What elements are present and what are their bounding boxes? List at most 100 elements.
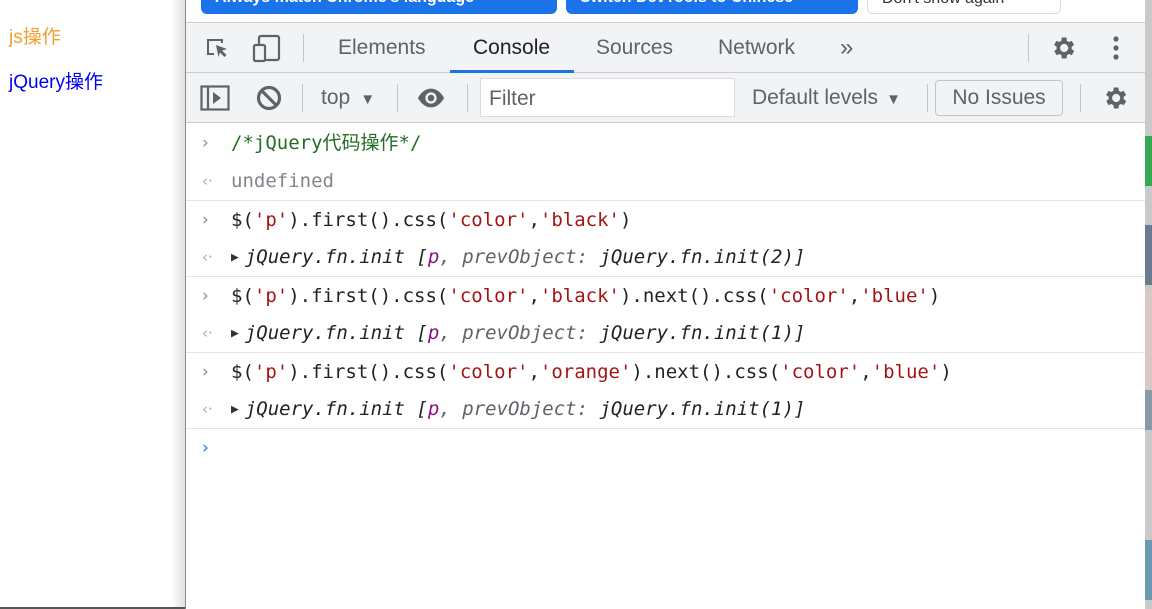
tab-network[interactable]: Network <box>718 23 795 73</box>
console-result-row: ‹· ▶ jQuery.fn.init [p, prevObject: jQuery… <box>186 390 1145 428</box>
paragraph-jquery: jQuery操作 <box>9 72 103 93</box>
toolbar-divider <box>1028 34 1029 62</box>
code-token: $( <box>231 285 254 307</box>
filter-input[interactable]: Filter <box>480 78 735 117</box>
more-tabs-icon[interactable]: » <box>840 23 853 73</box>
toolbar-divider <box>303 34 304 62</box>
string-token: 'p' <box>253 285 289 307</box>
code-token: ).first().css( <box>288 209 449 231</box>
string-token: 'p' <box>253 209 289 231</box>
clear-console-icon[interactable] <box>254 83 284 113</box>
string-token: 'blue' <box>860 285 929 307</box>
string-token: 'color' <box>448 285 529 307</box>
device-toolbar-icon[interactable] <box>252 33 282 63</box>
result-arrow-icon: ‹· <box>202 400 213 418</box>
object-element: p <box>427 398 440 420</box>
paragraph-js: js操作 <box>9 27 61 48</box>
object-element: p <box>427 246 440 268</box>
toolbar-divider <box>397 84 398 112</box>
tab-sources[interactable]: Sources <box>596 23 673 73</box>
switch-language-button[interactable]: Switch DevTools to Chinese <box>566 0 858 14</box>
object-tail: jQuery.fn.init(1)] <box>588 398 806 420</box>
show-sidebar-icon[interactable] <box>200 83 230 113</box>
result-object[interactable]: ▶ jQuery.fn.init [p, prevObject: jQuery.f… <box>231 322 805 344</box>
code-token: ) <box>619 209 632 231</box>
devtools-panel: Always match Chrome's language Switch De… <box>185 0 1145 609</box>
code-token: ) <box>928 285 941 307</box>
console-input-row: › /*jQuery代码操作*/ <box>186 124 1145 162</box>
console-result-row: ‹· ▶ jQuery.fn.init [p, prevObject: jQuery… <box>186 314 1145 352</box>
result-object[interactable]: ▶ jQuery.fn.init [p, prevObject: jQuery.f… <box>231 246 805 268</box>
input-chevron-icon: › <box>202 133 209 153</box>
console-result-row: ‹· ▶ jQuery.fn.init [p, prevObject: jQuery… <box>186 238 1145 276</box>
console-result-row: ‹· undefined <box>186 162 1145 200</box>
code-token: , <box>528 361 540 383</box>
live-expression-eye-icon[interactable] <box>416 83 446 113</box>
code-token: ).first().css( <box>288 285 449 307</box>
console-input-row: › $('p').first().css('color','black').nex… <box>186 276 1145 314</box>
input-chevron-icon: › <box>202 362 209 382</box>
inspect-element-icon[interactable] <box>202 33 232 63</box>
result-arrow-icon: ‹· <box>202 324 213 342</box>
code-token: ).next().css( <box>631 361 781 383</box>
settings-gear-icon[interactable] <box>1048 33 1078 63</box>
console-settings-gear-icon[interactable] <box>1100 83 1130 113</box>
code-token: ).first().css( <box>288 361 449 383</box>
object-element: p <box>427 322 440 344</box>
web-page: js操作 jQuery操作 <box>0 0 185 609</box>
object-tail: jQuery.fn.init(2)] <box>588 246 806 268</box>
context-selector[interactable]: top ▼ <box>321 73 375 123</box>
log-levels-label: Default levels <box>752 86 879 109</box>
background-thumbnail <box>1145 290 1152 390</box>
dropdown-arrow-icon: ▼ <box>886 91 901 108</box>
toolbar-divider <box>302 84 303 112</box>
more-options-icon[interactable] <box>1101 33 1131 63</box>
object-head: jQuery.fn.init [ <box>244 246 428 268</box>
console-prompt[interactable]: › <box>186 428 1145 466</box>
object-key: , prevObject: <box>439 398 589 420</box>
string-token: 'color' <box>448 209 529 231</box>
string-token: 'color' <box>768 285 849 307</box>
console-output: ›/*jQuery代码操作*/‹· undefined › $('p').first(… <box>186 124 1145 609</box>
background-thumbnail <box>1145 540 1152 600</box>
code-token: $( <box>231 361 254 383</box>
result-arrow-icon: ‹· <box>202 172 213 190</box>
background-thumbnail <box>1145 136 1152 186</box>
dont-show-again-button[interactable]: Don't show again <box>867 0 1061 14</box>
background-window-strip <box>1145 0 1152 609</box>
dropdown-arrow-icon: ▼ <box>360 91 376 108</box>
string-token: 'black' <box>539 285 620 307</box>
match-language-button[interactable]: Always match Chrome's language <box>201 0 557 14</box>
console-toolbar: top ▼ Filter Default levels ▼ No Issues <box>186 73 1145 123</box>
string-token: 'black' <box>539 209 620 231</box>
input-chevron-icon: › <box>202 210 209 230</box>
code-token: , <box>528 209 540 231</box>
string-token: 'orange' <box>539 361 632 383</box>
object-head: jQuery.fn.init [ <box>244 398 428 420</box>
object-head: jQuery.fn.init [ <box>244 322 428 344</box>
expand-triangle-icon[interactable]: ▶ <box>231 326 239 341</box>
page-edge-shadow <box>171 0 185 609</box>
toolbar-divider <box>467 84 468 112</box>
string-token: 'color' <box>448 361 529 383</box>
devtools-tabbar: Elements Console Sources Network » <box>186 22 1145 73</box>
code-token: $( <box>231 209 254 231</box>
input-chevron-icon: › <box>202 286 209 306</box>
string-token: 'color' <box>780 361 861 383</box>
code-token: , <box>848 285 861 307</box>
object-key: , prevObject: <box>439 246 589 268</box>
expand-triangle-icon[interactable]: ▶ <box>231 250 239 265</box>
tab-console[interactable]: Console <box>473 23 550 73</box>
result-object[interactable]: ▶ jQuery.fn.init [p, prevObject: jQuery.f… <box>231 398 805 420</box>
toolbar-divider <box>927 84 928 112</box>
log-levels-dropdown[interactable]: Default levels ▼ <box>752 73 901 123</box>
issues-button[interactable]: No Issues <box>935 80 1063 116</box>
background-thumbnail <box>1145 225 1152 285</box>
code-token: ) <box>940 361 952 383</box>
tab-elements[interactable]: Elements <box>338 23 426 73</box>
background-thumbnail <box>1145 390 1152 430</box>
screen: js操作 jQuery操作 Always match Chrome's lang… <box>0 0 1152 609</box>
expand-triangle-icon[interactable]: ▶ <box>231 402 239 417</box>
string-token: 'blue' <box>871 361 941 383</box>
comment-token: /*jQuery代码操作*/ <box>231 132 422 154</box>
